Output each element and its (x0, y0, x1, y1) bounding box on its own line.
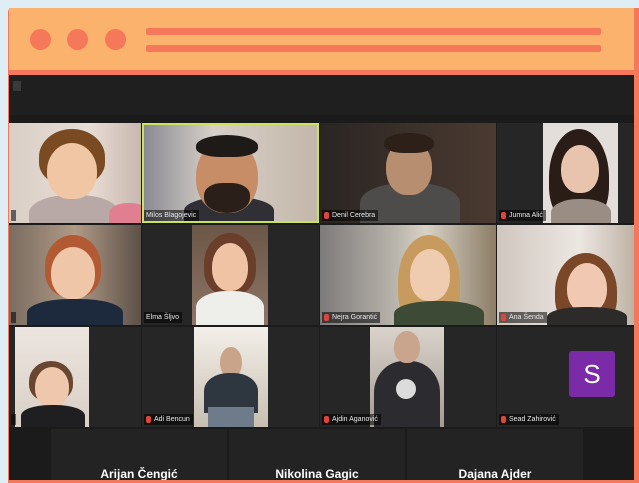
participant-name-tag: Nejra Gorantić (322, 312, 381, 323)
window-titlebar (9, 8, 634, 70)
participant-name-tag (11, 312, 16, 323)
muted-mic-icon (324, 416, 329, 423)
participant-tile-1[interactable] (9, 123, 141, 223)
participant-tile-4[interactable]: Jumna Alić (497, 123, 634, 223)
participant-tile-5[interactable] (9, 225, 141, 325)
participant-name-label: Dajana Ajder (458, 467, 532, 480)
participant-avatar: S (569, 351, 615, 397)
participant-tile-11[interactable]: Ajdin Aganović (320, 327, 496, 427)
participant-name-label: Arijan Čengić (100, 467, 178, 480)
participant-name-tag: Ajdin Aganović (322, 414, 381, 425)
close-window-dot[interactable] (30, 29, 51, 50)
participant-name-tag: Elma Šljvo (144, 312, 183, 323)
participant-name-tag (11, 210, 16, 221)
video-feed (370, 327, 444, 427)
meeting-top-bar (9, 75, 634, 115)
participant-tile-3[interactable]: Denil Cerebra (320, 123, 496, 223)
title-line-bottom (146, 45, 601, 52)
participant-tile-14[interactable]: Nikolina Gagic (229, 429, 405, 480)
participant-name-tag: Denil Cerebra (322, 210, 379, 221)
participant-tile-15[interactable]: Dajana Ajder (407, 429, 583, 480)
video-feed (9, 225, 141, 325)
video-feed (192, 225, 268, 325)
menu-icon[interactable] (13, 81, 21, 91)
participant-tile-6[interactable]: Elma Šljvo (142, 225, 319, 325)
participant-tile-13[interactable]: Arijan Čengić (51, 429, 227, 480)
muted-mic-icon (501, 314, 506, 321)
participant-tile-2[interactable]: Milos Blagojevic (142, 123, 319, 223)
muted-mic-icon (146, 416, 151, 423)
muted-mic-icon (324, 314, 329, 321)
muted-mic-icon (324, 212, 329, 219)
participant-name-tag: Ana Šenda (499, 312, 547, 323)
video-feed (497, 225, 634, 325)
participant-tile-10[interactable]: Adi Bencun (142, 327, 319, 427)
participant-tile-7[interactable]: Nejra Gorantić (320, 225, 496, 325)
video-feed (543, 123, 618, 223)
participant-name-label: Nikolina Gagic (275, 467, 359, 480)
participant-name-tag: Jumna Alić (499, 210, 546, 221)
title-line-top (146, 28, 601, 35)
participant-name-tag: Sead Zahirović (499, 414, 559, 425)
video-gallery: Milos Blagojevic Denil Cerebra Jumna Ali… (9, 75, 634, 480)
participant-name-tag (11, 414, 16, 425)
video-feed (194, 327, 268, 427)
participant-tile-9[interactable] (9, 327, 141, 427)
maximize-window-dot[interactable] (105, 29, 126, 50)
minimize-window-dot[interactable] (67, 29, 88, 50)
muted-mic-icon (501, 416, 506, 423)
participant-name-tag: Milos Blagojevic (144, 210, 200, 221)
video-feed (9, 123, 141, 223)
video-feed (320, 123, 496, 223)
video-feed (320, 225, 496, 325)
video-feed (144, 125, 317, 221)
video-feed (15, 327, 89, 427)
muted-mic-icon (501, 212, 506, 219)
participant-name-tag: Adi Bencun (144, 414, 193, 425)
participant-tile-8[interactable]: Ana Šenda (497, 225, 634, 325)
participant-tile-12[interactable]: S Sead Zahirović (497, 327, 634, 427)
